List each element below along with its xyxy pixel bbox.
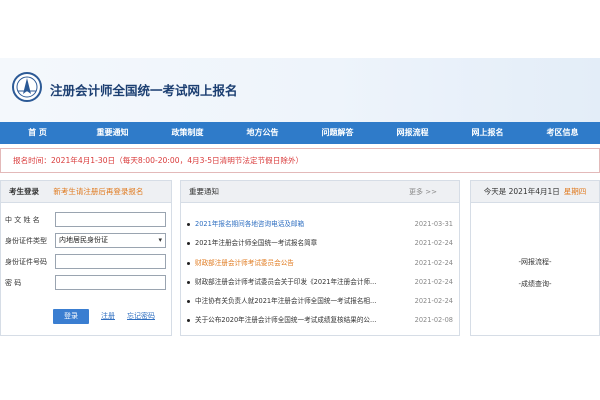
news-title: 重要通知 [189,187,219,196]
password-label: 密 码 [5,279,22,287]
registration-process-link[interactable]: -网报流程- [471,257,599,267]
cicpa-logo-icon [12,72,42,102]
nav-local-announcements[interactable]: 地方公告 [225,122,300,144]
news-item[interactable]: 财政部注册会计师考试委员会关于印发《2021年注册会计师... 2021-02-… [187,273,455,292]
new-candidate-link[interactable]: 新考生请注册后再登录报名 [53,187,143,196]
nav-exam-area-info[interactable]: 考区信息 [525,122,600,144]
news-item[interactable]: 财政部注册会计师考试委员会公告 2021-02-24 [187,254,455,273]
site-header: 注册会计师全国统一考试网上报名 [0,58,600,122]
news-more-link[interactable]: 更多 >> [409,181,437,203]
nav-online-registration[interactable]: 网上报名 [450,122,525,144]
weekday: 星期四 [563,187,587,196]
news-item-date: 2021-03-31 [414,220,453,228]
nav-home[interactable]: 首 页 [0,122,75,144]
bullet-icon [187,300,190,304]
date-header: 今天是 2021年4月1日 星期四 [471,181,599,203]
news-panel: 重要通知 更多 >> 2021年报名期间各地咨询电话及邮箱 2021-03-31… [180,180,460,336]
news-item[interactable]: 中注协有关负责人就2021年注册会计师全国统一考试报名相... 2021-02-… [187,292,455,311]
news-list: 2021年报名期间各地咨询电话及邮箱 2021-03-31 2021年注册会计师… [187,215,455,331]
login-title: 考生登录 [9,187,39,196]
name-label: 中 文 姓 名 [5,216,40,224]
score-query-link[interactable]: -成绩查询- [471,279,599,289]
side-panel: 今天是 2021年4月1日 星期四 -网报流程- -成绩查询- [470,180,600,336]
bullet-icon [187,223,190,226]
news-item[interactable]: 关于公布2020年注册会计师全国统一考试成绩复核结果的公... 2021-02-… [187,311,455,330]
news-item-title[interactable]: 关于公布2020年注册会计师全国统一考试成绩复核结果的公... [195,311,400,330]
id-type-row: 身份证件类型 内地居民身份证 ▾ [1,233,173,249]
name-row: 中 文 姓 名 [1,212,173,228]
password-input[interactable] [55,275,166,290]
news-item-date: 2021-02-24 [414,277,453,286]
forgot-password-link[interactable]: 忘记密码 [127,309,155,324]
name-input[interactable] [55,212,166,227]
bullet-icon [187,319,190,323]
id-number-row: 身份证件号码 [1,254,173,270]
news-item[interactable]: 2021年注册会计师全国统一考试报名简章 2021-02-24 [187,234,455,253]
news-item-title[interactable]: 2021年注册会计师全国统一考试报名简章 [195,234,400,253]
news-item-date: 2021-02-08 [414,316,453,325]
id-type-label: 身份证件类型 [5,237,47,245]
news-item-title[interactable]: 财政部注册会计师考试委员会公告 [195,254,400,273]
nav-important-notices[interactable]: 重要通知 [75,122,150,144]
bullet-icon [187,261,190,265]
register-link[interactable]: 注册 [101,309,115,324]
main-nav: 首 页 重要通知 政策制度 地方公告 问题解答 网报流程 网上报名 考区信息 [0,122,600,144]
login-panel: 考生登录 新考生请注册后再登录报名 中 文 姓 名 身份证件类型 内地居民身份证… [0,180,172,336]
login-panel-header: 考生登录 新考生请注册后再登录报名 [1,181,171,203]
id-number-label: 身份证件号码 [5,258,47,266]
news-item-title[interactable]: 中注协有关负责人就2021年注册会计师全国统一考试报名相... [195,292,400,311]
nav-faq[interactable]: 问题解答 [300,122,375,144]
news-item[interactable]: 2021年报名期间各地咨询电话及邮箱 2021-03-31 [187,215,455,234]
bullet-icon [187,280,190,284]
login-button[interactable]: 登录 [53,309,89,324]
bullet-icon [187,242,190,246]
chevron-down-icon: ▾ [158,236,162,244]
id-type-value: 内地居民身份证 [59,236,108,244]
id-number-input[interactable] [55,254,166,269]
nav-registration-process[interactable]: 网报流程 [375,122,450,144]
news-item-date: 2021-02-24 [414,239,453,248]
today-date: 今天是 2021年4月1日 [483,187,560,196]
nav-policy[interactable]: 政策制度 [150,122,225,144]
news-item-title[interactable]: 财政部注册会计师考试委员会关于印发《2021年注册会计师... [195,273,400,292]
password-row: 密 码 [1,275,173,291]
news-panel-header: 重要通知 更多 >> [181,181,459,203]
news-item-date: 2021-02-24 [414,297,453,306]
news-item-date: 2021-02-24 [414,258,453,267]
page: 注册会计师全国统一考试网上报名 首 页 重要通知 政策制度 地方公告 问题解答 … [0,0,600,400]
news-item-title[interactable]: 2021年报名期间各地咨询电话及邮箱 [195,215,400,234]
id-type-select[interactable]: 内地居民身份证 ▾ [55,233,166,248]
registration-notice: 报名时间：2021年4月1-30日（每天8:00-20:00，4月3-5日清明节… [0,148,600,173]
site-title: 注册会计师全国统一考试网上报名 [50,83,238,98]
